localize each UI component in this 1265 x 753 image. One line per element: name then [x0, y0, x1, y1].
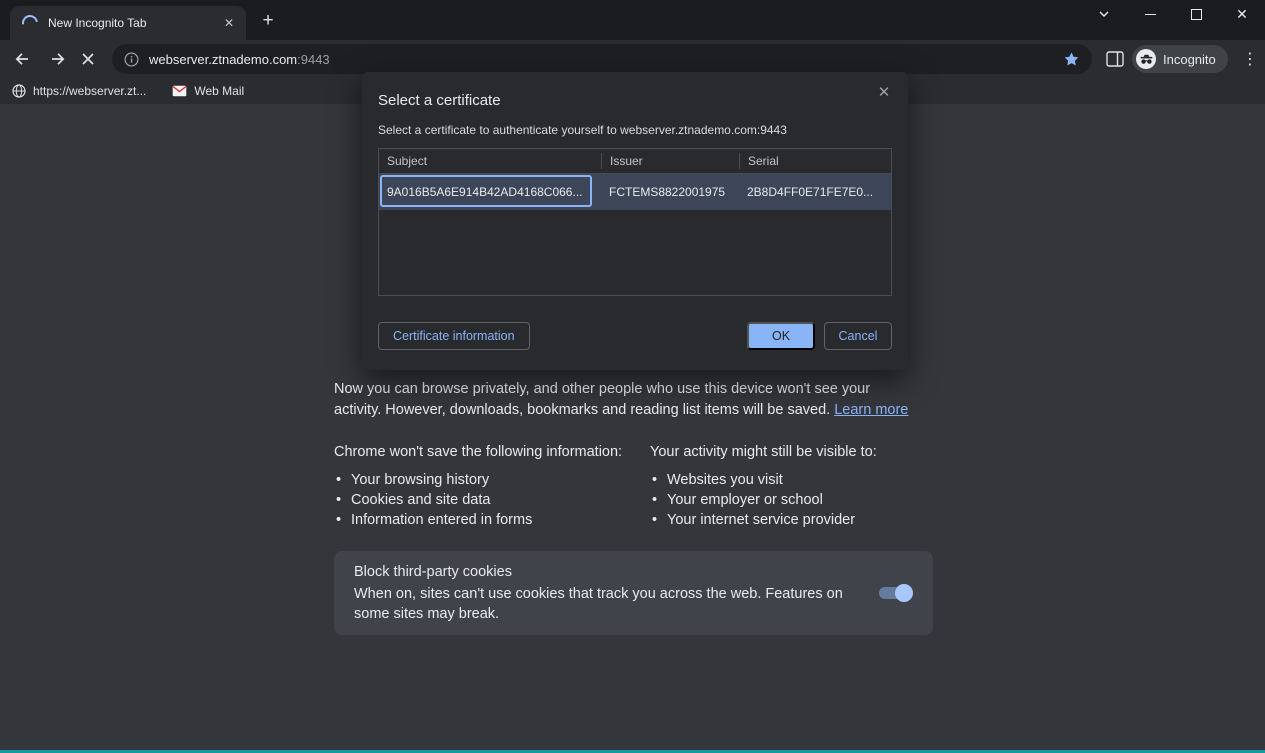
selection-outline [380, 175, 592, 207]
list-item: Your browsing history [334, 470, 639, 490]
bookmark-star-icon[interactable] [1063, 51, 1080, 68]
column-header-serial[interactable]: Serial [739, 153, 891, 169]
incognito-badge[interactable]: Incognito [1132, 45, 1228, 73]
dialog-title: Select a certificate [378, 92, 501, 109]
mail-icon [172, 85, 187, 97]
table-header: Subject Issuer Serial [379, 149, 891, 174]
tab-close-icon[interactable]: ✕ [220, 14, 238, 32]
url-text: webserver.ztnademo.com:9443 [149, 52, 1063, 67]
cell-serial: 2B8D4FF0E71FE7E0... [739, 185, 891, 199]
wont-save-column: Chrome won't save the following informat… [334, 444, 639, 530]
list-item: Your internet service provider [650, 510, 955, 530]
ok-button[interactable]: OK [747, 322, 815, 350]
browser-window: New Incognito Tab ✕ + ✕ [0, 0, 1265, 753]
menu-kebab-icon[interactable]: ⋮ [1240, 48, 1260, 70]
side-panel-icon[interactable] [1103, 47, 1127, 71]
tab-title: New Incognito Tab [48, 16, 220, 30]
learn-more-link[interactable]: Learn more [834, 402, 908, 418]
list-item: Websites you visit [650, 470, 955, 490]
bookmark-label: Web Mail [194, 84, 244, 98]
list-item: Information entered in forms [334, 510, 639, 530]
address-bar[interactable]: webserver.ztnademo.com:9443 [112, 44, 1092, 74]
page-info-icon[interactable] [124, 52, 139, 67]
cancel-button[interactable]: Cancel [824, 322, 892, 350]
block-cookies-toggle[interactable] [879, 587, 911, 599]
back-button[interactable] [10, 47, 34, 71]
wont-save-heading: Chrome won't save the following informat… [334, 444, 639, 460]
maximize-button[interactable] [1173, 0, 1219, 28]
certificate-information-button[interactable]: Certificate information [378, 322, 530, 350]
loading-spinner-icon [19, 12, 41, 34]
close-window-button[interactable]: ✕ [1219, 0, 1265, 28]
incognito-label: Incognito [1163, 52, 1216, 67]
block-cookies-card: Block third-party cookies When on, sites… [334, 551, 933, 635]
stop-loading-button[interactable] [76, 47, 100, 71]
globe-icon [12, 84, 26, 98]
block-cookies-description: When on, sites can't use cookies that tr… [354, 584, 862, 624]
visible-to-column: Your activity might still be visible to:… [650, 444, 955, 530]
new-tab-button[interactable]: + [256, 9, 280, 33]
incognito-icon [1136, 49, 1156, 69]
certificate-table: Subject Issuer Serial 9A016B5A6E914B42AD… [378, 148, 892, 296]
column-header-subject[interactable]: Subject [379, 154, 601, 168]
list-item: Cookies and site data [334, 490, 639, 510]
dialog-buttons: Certificate information OK Cancel [378, 322, 892, 350]
window-caption-buttons: ✕ [1081, 0, 1265, 28]
bookmark-label: https://webserver.zt... [33, 84, 146, 98]
bookmark-item-webmail[interactable]: Web Mail [172, 84, 244, 98]
cell-issuer: FCTEMS8822001975 [601, 185, 739, 199]
window-menu-chevron-icon[interactable] [1081, 0, 1127, 28]
minimize-button[interactable] [1127, 0, 1173, 28]
incognito-intro-text: Now you can browse privately, and other … [334, 379, 919, 420]
column-header-issuer[interactable]: Issuer [601, 153, 739, 169]
visible-to-heading: Your activity might still be visible to: [650, 444, 955, 460]
bookmark-item-webserver[interactable]: https://webserver.zt... [12, 84, 146, 98]
dialog-close-icon[interactable]: ✕ [872, 80, 896, 104]
select-certificate-dialog: Select a certificate ✕ Select a certific… [362, 72, 908, 370]
dialog-subtitle: Select a certificate to authenticate you… [378, 123, 787, 137]
block-cookies-title: Block third-party cookies [354, 564, 512, 580]
toggle-knob [895, 584, 913, 602]
tab-strip: New Incognito Tab ✕ + ✕ [0, 0, 1265, 40]
forward-button[interactable] [46, 47, 70, 71]
list-item: Your employer or school [650, 490, 955, 510]
certificate-row-selected[interactable]: 9A016B5A6E914B42AD4168C066... FCTEMS8822… [379, 174, 891, 210]
tab-new-incognito[interactable]: New Incognito Tab ✕ [10, 6, 246, 40]
